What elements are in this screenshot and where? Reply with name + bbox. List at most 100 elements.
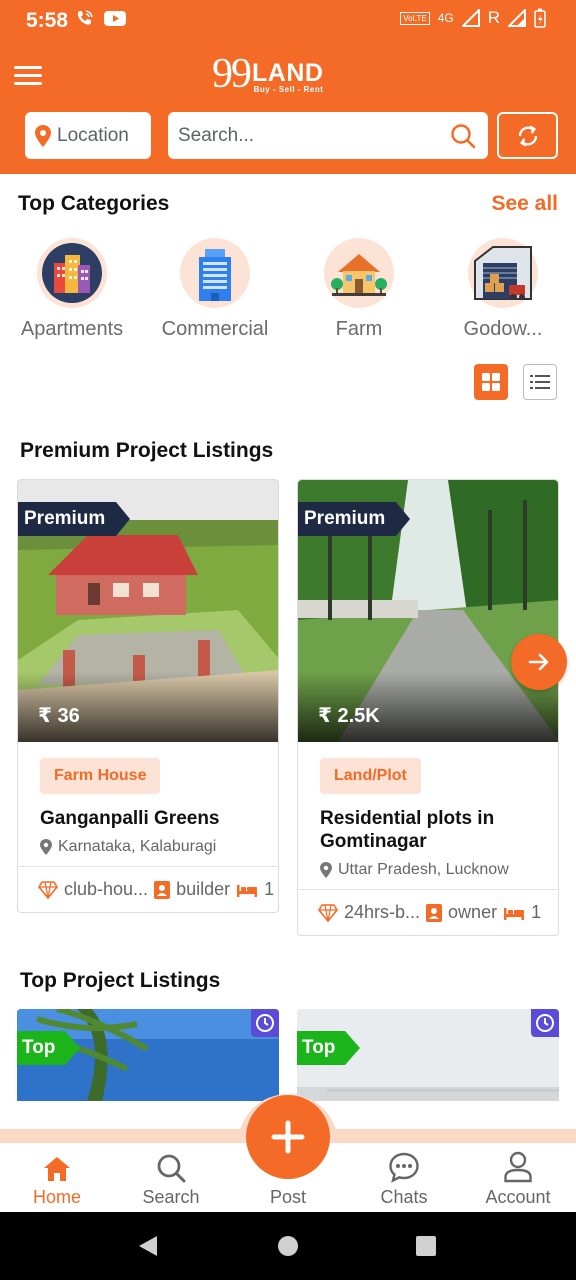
category-label: Godow... [463,318,543,340]
search-icon[interactable] [450,123,476,149]
status-indicators: VoLTE 4G R [400,8,546,28]
nav-label: Home [32,1187,81,1207]
premium-card[interactable]: Premium ₹ 36 Farm House Ganganpalli Gree… [17,479,279,913]
top-badge: Top [297,1031,360,1065]
location-text: Uttar Pradesh, Lucknow [338,861,509,878]
property-features: 24hrs-b... owner 1 [298,889,558,935]
category-label: Farm [335,318,383,340]
user-badge-icon [426,903,443,922]
property-title: Residential plots in Gomtinagar [320,808,495,852]
signal-icon [461,9,480,27]
see-all-link[interactable]: See all [491,192,558,216]
home-circle-icon[interactable] [277,1235,299,1257]
search-input[interactable] [178,124,438,147]
logo-tagline: Buy - Sell - Rent [253,85,324,94]
location-button[interactable]: Location [25,112,151,159]
category-farm[interactable]: Farm [289,238,429,341]
status-bar: 5:58 VoLTE 4G R [0,0,576,42]
next-arrow-button[interactable] [511,634,567,690]
property-features: club-hou... builder 1 [18,866,278,912]
apartments-icon [42,243,102,303]
menu-icon[interactable] [14,66,42,88]
property-type-tag: Farm House [40,758,161,794]
bed-icon [504,907,525,920]
premium-listings-title: Premium Project Listings [20,439,274,462]
refresh-icon [518,124,537,147]
roaming-indicator: R [487,8,500,27]
logo-99: 99 [212,51,252,97]
wifi-call-icon [77,10,93,25]
nav-home[interactable]: Home [7,1143,107,1208]
app-logo: 99 LAND Buy - Sell - Rent [212,51,324,97]
warehouse-icon [474,246,532,300]
category-apartments-circle [37,238,107,308]
search-icon [157,1154,186,1183]
premium-badge: Premium [298,502,410,536]
clock-badge [251,1009,279,1037]
arrow-right-icon [528,653,549,671]
recents-icon[interactable] [415,1235,437,1257]
post-button[interactable] [246,1095,330,1179]
category-apartments[interactable]: Apartments [2,238,142,341]
nav-label: Chats [380,1187,428,1207]
amenity-text: 24hrs-b... [344,902,421,922]
battery-icon [534,8,546,28]
top-listing-card[interactable]: Top [17,1009,279,1101]
amenity-text: club-hou... [64,879,149,899]
grid-view-toggle[interactable] [474,364,508,400]
search-bar[interactable] [168,112,488,159]
nav-label: Account [485,1187,551,1207]
property-type-tag: Land/Plot [320,758,421,794]
signal-icon-2 [508,9,526,27]
property-location: Uttar Pradesh, Lucknow [320,861,558,879]
premium-card[interactable]: Premium ₹ 2.5K Land/Plot Residential plo… [297,479,559,936]
list-view-toggle[interactable] [523,364,557,400]
network-type: 4G [437,11,454,25]
location-pin-icon [35,124,51,147]
volte-icon: VoLTE [400,11,430,25]
category-farm-circle [324,238,394,308]
property-price: ₹ 36 [38,705,80,727]
location-pin-icon [320,862,332,878]
clock-badge [531,1009,559,1037]
user-badge-icon [154,880,171,899]
clock-icon [256,1014,274,1032]
category-label: Commercial [161,318,269,340]
location-label: Location [57,124,129,146]
category-godown[interactable]: Godow... [433,238,573,341]
posted-by-text: owner [448,902,498,922]
youtube-icon [104,11,126,26]
nav-label: Search [142,1187,200,1207]
premium-badge: Premium [18,502,130,536]
chat-icon [389,1152,419,1183]
location-pin-icon [40,839,52,855]
grid-view-icon [482,373,500,391]
property-image: Premium ₹ 2.5K [298,480,558,742]
refresh-button[interactable] [497,112,558,159]
farm-icon [331,254,387,296]
location-text: Karnataka, Kalaburagi [58,838,217,855]
back-icon[interactable] [136,1234,160,1258]
clock-icon [536,1014,554,1032]
property-location: Karnataka, Kalaburagi [40,838,278,856]
android-nav-bar [0,1212,576,1280]
account-icon [504,1151,532,1183]
bed-icon [237,884,258,897]
category-godown-circle [468,238,538,308]
nav-account[interactable]: Account [468,1143,568,1208]
nav-chats[interactable]: Chats [354,1143,454,1208]
top-listings-title: Top Project Listings [20,969,221,992]
property-title: Ganganpalli Greens [40,808,220,829]
category-commercial[interactable]: Commercial [145,238,285,341]
property-image: Premium ₹ 36 [18,480,278,742]
property-price: ₹ 2.5K [318,705,380,727]
home-icon [44,1157,70,1181]
category-commercial-circle [180,238,250,308]
top-listing-card[interactable]: Top [297,1009,559,1101]
plus-icon [271,1120,305,1154]
commercial-icon [199,249,231,301]
top-categories-title: Top Categories [18,192,170,215]
nav-search[interactable]: Search [121,1143,221,1208]
beds-count: 1 [531,902,542,922]
posted-by-text: builder [176,879,231,899]
